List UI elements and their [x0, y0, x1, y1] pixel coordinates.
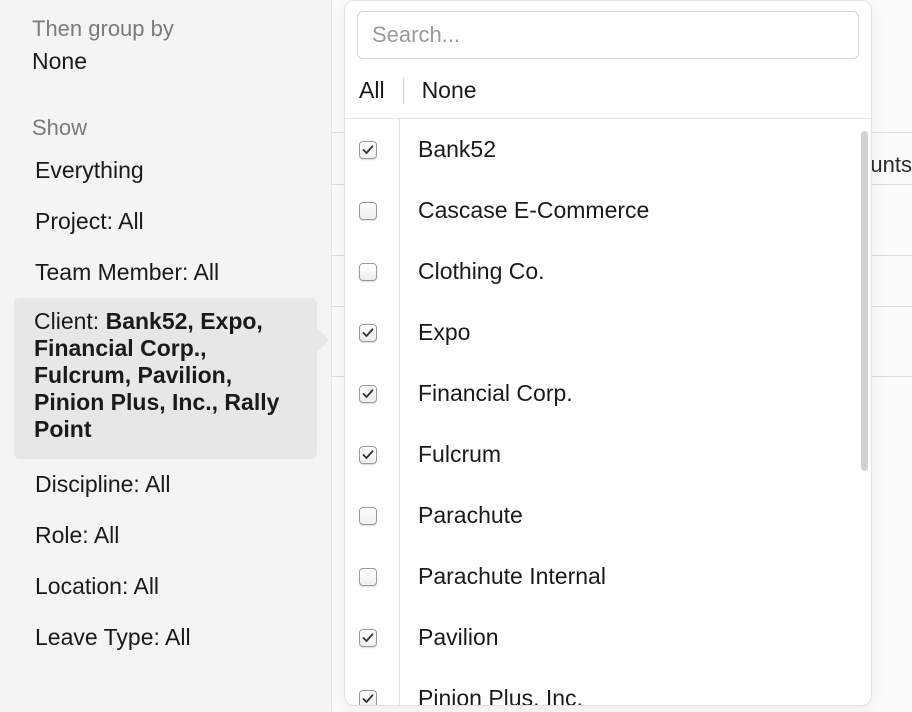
search-input[interactable]	[357, 11, 859, 59]
filter-value: All	[165, 624, 191, 650]
filter-value: Everything	[35, 157, 144, 183]
main-content: unts All None Bank52 Cascase E-Commerce Cl…	[332, 0, 912, 712]
divider	[399, 241, 400, 302]
option-label: Fulcrum	[418, 441, 501, 468]
option-label: Financial Corp.	[418, 380, 573, 407]
checkbox[interactable]	[359, 629, 377, 647]
filter-value: All	[194, 259, 220, 285]
checkbox[interactable]	[359, 446, 377, 464]
show-heading: Show	[0, 111, 331, 145]
option-row[interactable]: Bank52	[345, 119, 861, 180]
filter-label: Role:	[35, 522, 94, 548]
options-list: Bank52 Cascase E-Commerce Clothing Co. Expo…	[345, 119, 861, 705]
option-row[interactable]: Fulcrum	[345, 424, 861, 485]
client-filter-popover: All None Bank52 Cascase E-Commerce Clothin…	[344, 0, 872, 706]
divider	[399, 485, 400, 546]
divider	[399, 180, 400, 241]
option-row[interactable]: Parachute Internal	[345, 546, 861, 607]
filter-label: Team Member:	[35, 259, 194, 285]
scrollbar-thumb[interactable]	[861, 131, 868, 471]
option-label: Pinion Plus, Inc.	[418, 685, 583, 705]
filter-item[interactable]: Role: All	[0, 510, 331, 561]
checkbox[interactable]	[359, 507, 377, 525]
checkbox[interactable]	[359, 141, 377, 159]
option-row[interactable]: Cascase E-Commerce	[345, 180, 861, 241]
option-label: Bank52	[418, 136, 496, 163]
divider	[399, 424, 400, 485]
filter-item[interactable]: Leave Type: All	[0, 612, 331, 663]
pointer-icon	[315, 326, 329, 354]
option-row[interactable]: Financial Corp.	[345, 363, 861, 424]
filter-value: All	[145, 471, 171, 497]
option-label: Expo	[418, 319, 470, 346]
divider	[399, 363, 400, 424]
filter-value: All	[94, 522, 120, 548]
truncated-column-header: unts	[870, 152, 912, 178]
group-by-value[interactable]: None	[0, 46, 331, 97]
divider	[399, 607, 400, 668]
filter-label: Project:	[35, 208, 118, 234]
separator	[403, 78, 404, 104]
filter-label: Location:	[35, 573, 133, 599]
checkbox[interactable]	[359, 568, 377, 586]
option-row[interactable]: Parachute	[345, 485, 861, 546]
option-row[interactable]: Clothing Co.	[345, 241, 861, 302]
scrollbar[interactable]	[861, 119, 871, 705]
filter-label: Discipline:	[35, 471, 145, 497]
checkbox[interactable]	[359, 202, 377, 220]
option-row[interactable]: Pinion Plus, Inc.	[345, 668, 861, 705]
divider	[399, 668, 400, 705]
option-row[interactable]: Pavilion	[345, 607, 861, 668]
filter-item[interactable]: Project: All	[0, 196, 331, 247]
select-none-button[interactable]: None	[422, 77, 477, 104]
filter-item[interactable]: Everything	[0, 145, 331, 196]
divider	[399, 119, 400, 180]
checkbox[interactable]	[359, 690, 377, 706]
option-row[interactable]: Expo	[345, 302, 861, 363]
filter-label: Leave Type:	[35, 624, 165, 650]
select-all-button[interactable]: All	[359, 77, 385, 104]
option-label: Cascase E-Commerce	[418, 197, 649, 224]
filter-item[interactable]: Team Member: All	[0, 247, 331, 298]
option-label: Clothing Co.	[418, 258, 545, 285]
option-label: Parachute	[418, 502, 523, 529]
checkbox[interactable]	[359, 324, 377, 342]
filter-item[interactable]: Client: Bank52, Expo, Financial Corp., F…	[14, 298, 317, 459]
group-by-heading: Then group by	[0, 12, 331, 46]
option-label: Pavilion	[418, 624, 499, 651]
filter-label: Client:	[34, 308, 106, 334]
checkbox[interactable]	[359, 385, 377, 403]
filter-value: All	[118, 208, 144, 234]
divider	[399, 546, 400, 607]
divider	[399, 302, 400, 363]
sidebar: Then group by None Show Everything Projec…	[0, 0, 332, 712]
filter-item[interactable]: Location: All	[0, 561, 331, 612]
option-label: Parachute Internal	[418, 563, 606, 590]
filter-value: All	[133, 573, 159, 599]
checkbox[interactable]	[359, 263, 377, 281]
filter-item[interactable]: Discipline: All	[0, 459, 331, 510]
